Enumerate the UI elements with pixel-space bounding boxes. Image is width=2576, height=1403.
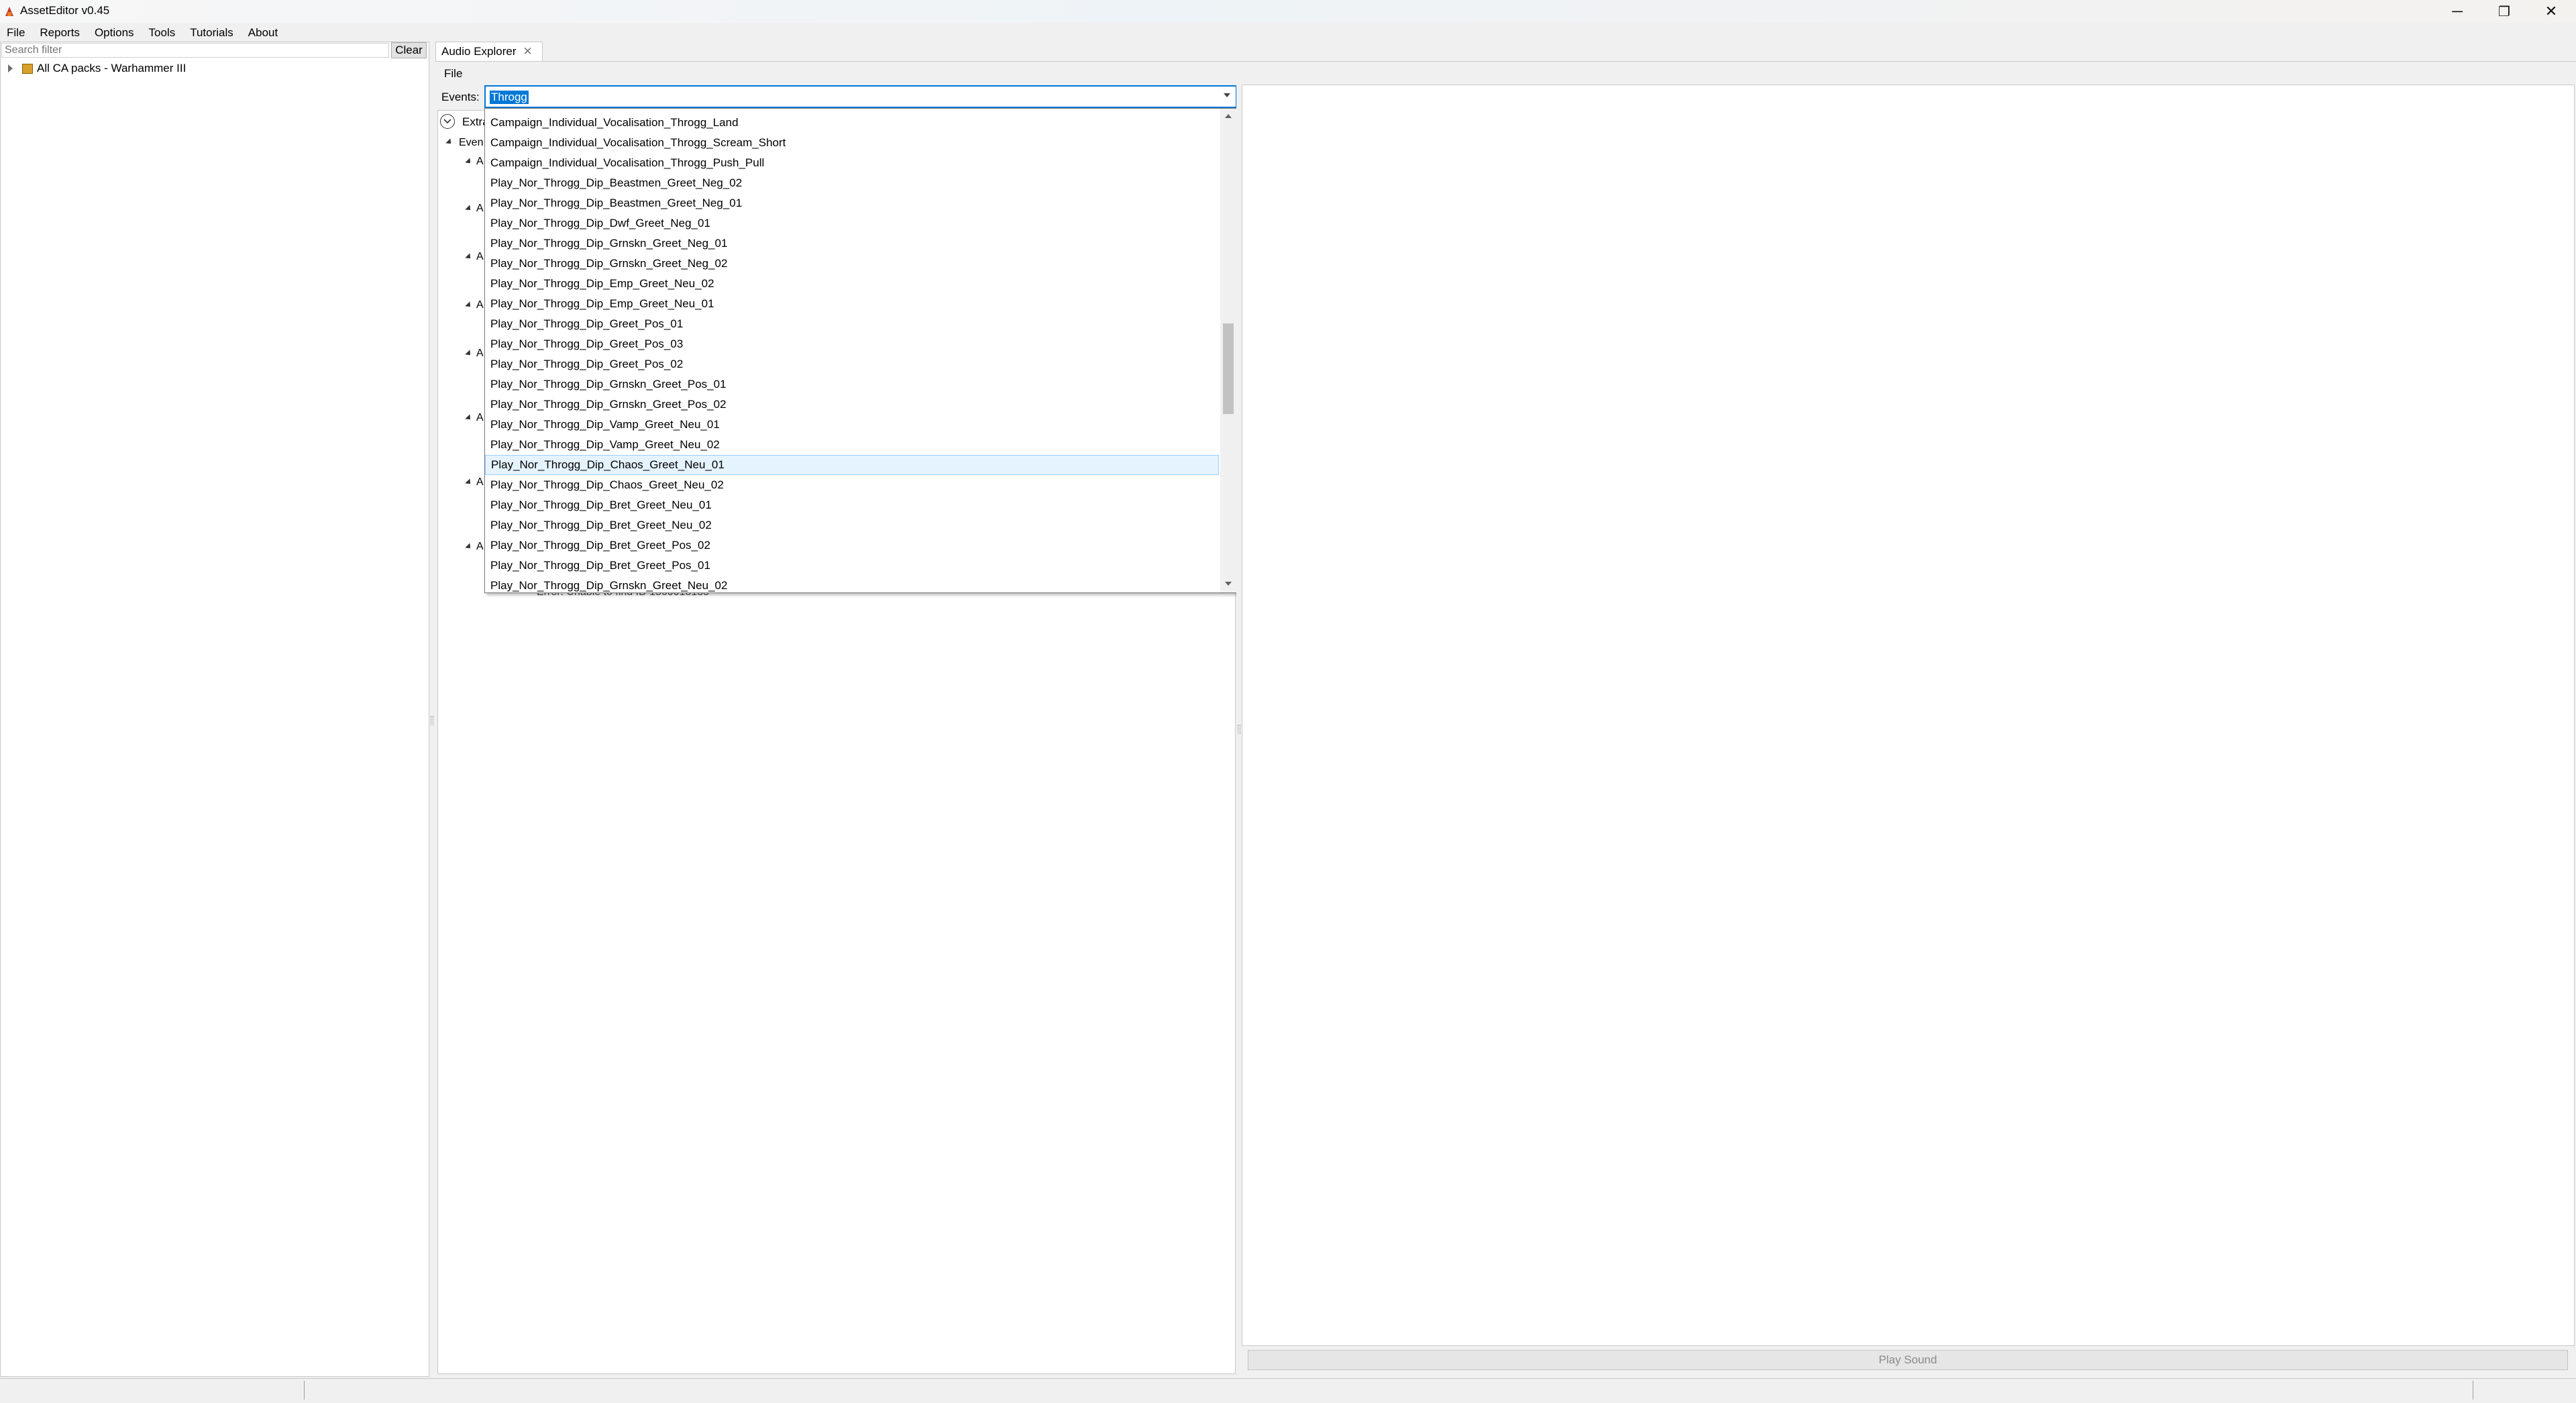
scrollbar-thumb[interactable] xyxy=(1223,323,1234,414)
menu-about[interactable]: About xyxy=(241,24,285,42)
search-input[interactable] xyxy=(1,43,389,58)
dropdown-item[interactable]: Play_Nor_Throgg_Dip_Dwf_Greet_Neg_01 xyxy=(485,213,1219,233)
menu-tutorials[interactable]: Tutorials xyxy=(182,24,241,42)
dropdown-item[interactable]: Play_Nor_Throgg_Dip_Grnskn_Greet_Neu_02 xyxy=(485,576,1219,592)
events-combobox[interactable]: Throgg xyxy=(484,85,1237,108)
chevron-down-icon[interactable] xyxy=(440,114,455,129)
menu-reports[interactable]: Reports xyxy=(32,24,87,42)
tree-child-node[interactable]: A xyxy=(465,156,484,168)
dropdown-item[interactable]: Play_Nor_Throgg_Dip_Greet_Pos_01 xyxy=(485,314,1219,334)
tab-audio-explorer[interactable]: Audio Explorer ✕ xyxy=(435,42,543,61)
dropdown-items: Campaign_Individual_Vocalisation_Throgg_… xyxy=(485,113,1219,592)
menu-options[interactable]: Options xyxy=(87,24,142,42)
dropdown-item[interactable]: Play_Nor_Throgg_Dip_Vamp_Greet_Neu_02 xyxy=(485,435,1219,455)
events-dropdown-list[interactable]: Campaign_Individual_Vocalisation_Throgg_… xyxy=(484,108,1237,593)
tree-item-label: All CA packs - Warhammer III xyxy=(37,62,186,74)
tree-child-node[interactable]: A xyxy=(465,412,484,424)
tree-child-node[interactable]: A xyxy=(465,541,484,553)
dropdown-item[interactable]: Play_Nor_Throgg_Dip_Grnskn_Greet_Pos_02 xyxy=(485,395,1219,415)
dropdown-item[interactable]: Play_Nor_Throgg_Dip_Bret_Greet_Pos_02 xyxy=(485,535,1219,556)
app-icon xyxy=(5,7,13,16)
left-splitter[interactable] xyxy=(430,42,435,1377)
chevron-down-icon[interactable] xyxy=(1224,93,1230,97)
clear-button[interactable]: Clear xyxy=(391,42,427,58)
dropdown-item[interactable]: Play_Nor_Throgg_Dip_Beastmen_Greet_Neg_0… xyxy=(485,173,1219,193)
dropdown-item[interactable]: Play_Nor_Throgg_Dip_Chaos_Greet_Neu_02 xyxy=(485,475,1219,495)
dropdown-item[interactable]: Play_Nor_Throgg_Dip_Grnskn_Greet_Pos_01 xyxy=(485,374,1219,395)
window-title: AssetEditor v0.45 xyxy=(20,4,110,17)
dropdown-item[interactable]: Play_Nor_Throgg_Dip_Grnskn_Greet_Neg_02 xyxy=(485,254,1219,274)
scroll-up-icon[interactable] xyxy=(1225,114,1232,118)
restore-button[interactable]: ❐ xyxy=(2481,0,2528,23)
dropdown-item[interactable]: Play_Nor_Throgg_Dip_Bret_Greet_Pos_01 xyxy=(485,556,1219,576)
explorer-file-menu[interactable]: File xyxy=(444,67,462,81)
tree-child-node[interactable]: A xyxy=(465,348,484,360)
splitter-grip xyxy=(431,716,433,725)
menu-bar: File Reports Options Tools Tutorials Abo… xyxy=(0,24,285,42)
dropdown-item[interactable]: Play_Nor_Throgg_Dip_Beastmen_Greet_Neg_0… xyxy=(485,193,1219,213)
tree-child-node[interactable]: A xyxy=(465,251,484,263)
dropdown-item[interactable]: Play_Nor_Throgg_Dip_Bret_Greet_Neu_02 xyxy=(485,515,1219,535)
menu-file[interactable]: File xyxy=(0,24,32,42)
dropdown-item[interactable]: Campaign_Individual_Vocalisation_Throgg_… xyxy=(485,153,1219,173)
status-bar xyxy=(0,1378,2576,1403)
play-sound-button[interactable]: Play Sound xyxy=(1248,1350,2568,1370)
pack-icon xyxy=(22,63,33,74)
status-separator xyxy=(304,1381,305,1400)
tree-child-node[interactable]: A xyxy=(465,476,484,488)
pack-explorer-panel xyxy=(0,42,429,1377)
menu-tools[interactable]: Tools xyxy=(142,24,183,42)
close-button[interactable]: ✕ xyxy=(2528,0,2575,23)
dropdown-item[interactable]: Play_Nor_Throgg_Dip_Emp_Greet_Neu_02 xyxy=(485,274,1219,294)
tree-item-all-ca-packs[interactable]: All CA packs - Warhammer III xyxy=(8,62,186,75)
dropdown-item[interactable]: Campaign_Individual_Vocalisation_Throgg_… xyxy=(485,113,1219,133)
dropdown-item[interactable]: Play_Nor_Throgg_Dip_Greet_Pos_03 xyxy=(485,334,1219,354)
dropdown-item[interactable]: Play_Nor_Throgg_Dip_Vamp_Greet_Neu_01 xyxy=(485,415,1219,435)
title-bar xyxy=(0,0,2576,23)
scroll-down-icon[interactable] xyxy=(1225,582,1232,586)
expand-triangle-icon[interactable] xyxy=(445,138,453,146)
events-label: Events: xyxy=(441,91,480,103)
dropdown-item[interactable]: Play_Nor_Throgg_Dip_Grnskn_Greet_Neg_01 xyxy=(485,233,1219,254)
tab-label: Audio Explorer xyxy=(441,45,517,58)
tree-child-node[interactable]: A xyxy=(465,203,484,215)
dropdown-item[interactable]: Campaign_Individual_Vocalisation_Throgg_… xyxy=(485,133,1219,153)
dropdown-scrollbar[interactable] xyxy=(1220,109,1236,592)
close-icon[interactable]: ✕ xyxy=(523,45,533,58)
dropdown-item[interactable]: Play_Nor_Throgg_Dip_Bret_Greet_Neu_01 xyxy=(485,495,1219,515)
events-input[interactable]: Throgg xyxy=(490,91,529,104)
minimize-button[interactable]: ─ xyxy=(2434,0,2481,23)
splitter-grip xyxy=(1238,725,1240,734)
right-splitter[interactable] xyxy=(1236,85,1242,1377)
dropdown-item[interactable]: Play_Nor_Throgg_Dip_Emp_Greet_Neu_01 xyxy=(485,294,1219,314)
expand-triangle-icon[interactable] xyxy=(8,64,13,72)
events-tree-node[interactable]: Even xyxy=(459,137,483,149)
dropdown-item[interactable]: Play_Nor_Throgg_Dip_Greet_Pos_02 xyxy=(485,354,1219,374)
sound-details-panel xyxy=(1242,85,2575,1346)
tree-child-node[interactable]: A xyxy=(465,299,484,311)
dropdown-item[interactable]: Play_Nor_Throgg_Dip_Chaos_Greet_Neu_01 xyxy=(485,455,1219,475)
